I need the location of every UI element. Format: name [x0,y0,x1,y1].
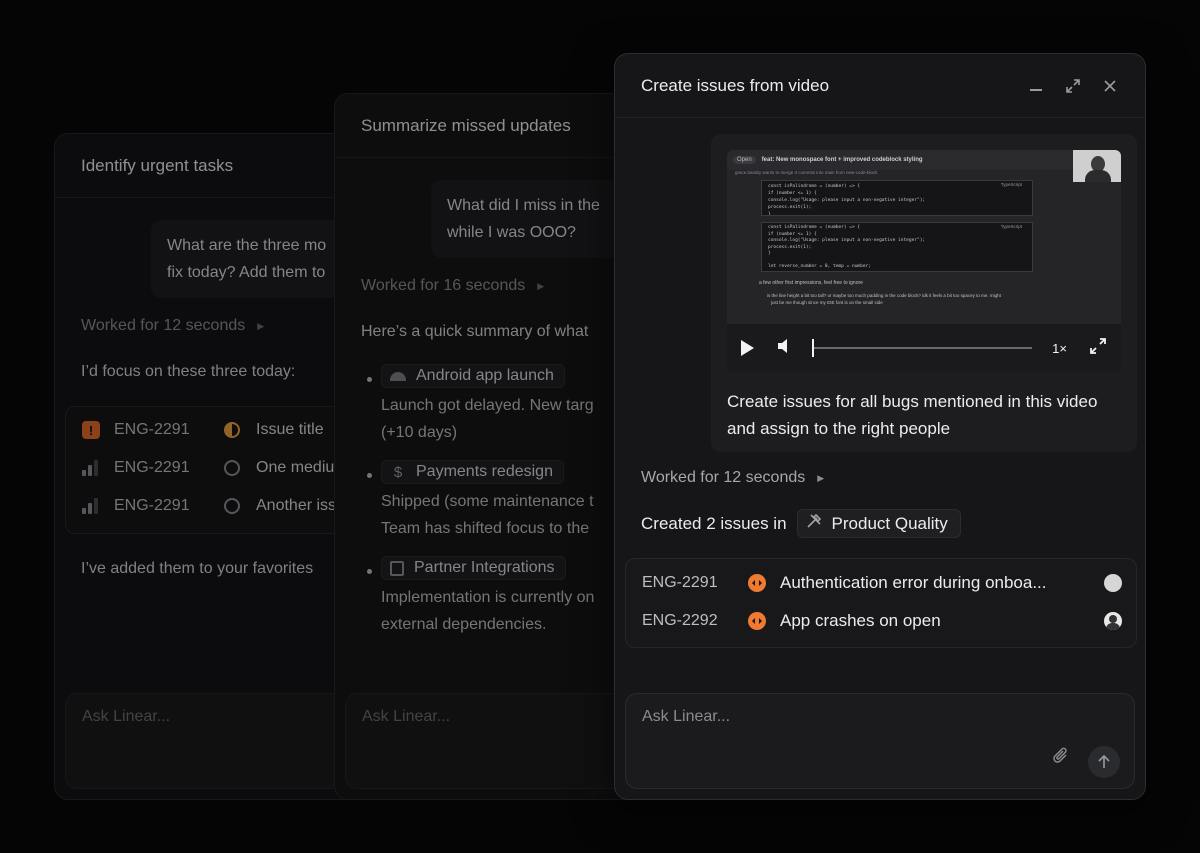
playback-speed[interactable]: 1× [1052,341,1067,356]
tools-icon [806,513,822,534]
seek-handle[interactable] [812,339,814,357]
android-icon [390,371,406,381]
send-button[interactable] [1088,746,1120,778]
medium-priority-icon [82,498,100,514]
todo-status-icon [224,460,240,476]
issue-id: ENG-2291 [642,574,718,591]
panel-title: Create issues from video [641,75,830,95]
user-message-text: Create issues for all bugs mentioned in … [727,392,1098,438]
panel-title: Identify urgent tasks [81,155,234,175]
issue-row[interactable]: ENG-2291 Authentication error during onb… [642,573,1122,593]
issue-row[interactable]: ENG-2291 Another iss [82,497,336,515]
item-text: Team has shifted focus to the [381,520,590,537]
issue-row[interactable]: ! ENG-2291 Issue title [82,421,324,439]
video-comment: is the line height a bit too tall? or ma… [767,293,1001,298]
issue-title: Another iss [256,497,337,514]
issue-title: Authentication error during onboa... [780,573,1047,592]
triangle-right-icon: ▶ [257,320,265,331]
issue-id: ENG-2292 [642,612,718,629]
pr-title: feat: New monospace font + improved code… [761,157,923,163]
code-block: TypeScript const isPalindrome = (number)… [761,222,1033,272]
code-block: TypeScript const isPalindrome = (number)… [761,180,1033,216]
project-chip[interactable]: Partner Integrations [381,556,566,580]
panel-title: Summarize missed updates [361,115,571,135]
video-comment: a few other first impressions, feel free… [759,280,863,286]
created-issue-list: ENG-2291 Authentication error during onb… [625,558,1137,648]
project-chip[interactable]: Android app launch [381,364,565,388]
item-text: external dependencies. [381,616,547,633]
issue-id: ENG-2291 [114,421,190,438]
video-player[interactable]: Open feat: New monospace font + improved… [727,150,1121,372]
arrow-up-icon [1098,755,1110,768]
attachment-icon[interactable] [1052,747,1070,770]
issue-id: ENG-2291 [114,497,190,514]
assistant-intro: I’d focus on these three today: [81,363,296,380]
avatar[interactable] [1104,612,1122,630]
issue-row[interactable]: ENG-2291 One mediu [82,459,334,477]
assistant-intro: Here’s a quick summary of what [361,323,589,340]
issue-title: Issue title [256,421,324,438]
project-chip[interactable]: $ Payments redesign [381,460,564,484]
webcam-thumbnail [1073,150,1121,182]
issue-id: ENG-2291 [114,459,190,476]
close-icon[interactable] [1103,79,1117,93]
item-text: (+10 days) [381,424,458,441]
issue-title: App crashes on open [780,611,941,630]
assistant-footer: I’ve added them to your favorites [81,560,314,577]
user-message: Open feat: New monospace font + improved… [711,134,1137,452]
item-text: Shipped (some maintenance t [381,493,594,510]
dollar-icon: $ [393,463,403,481]
todo-status-icon [224,498,240,514]
bullet [367,377,372,382]
avatar[interactable] [1104,574,1122,592]
in-progress-icon [748,574,766,592]
ask-input[interactable]: Ask Linear... [345,693,653,789]
panel-header: Create issues from video [615,54,1145,118]
bullet [367,569,372,574]
worked-toggle[interactable]: Worked for 12 seconds ▶ [641,469,824,487]
volume-icon[interactable] [776,338,792,359]
video-comment: just be me though since my IDE font is o… [771,300,883,305]
created-summary: Created 2 issues in Product Quality [641,509,961,538]
issue-title: One mediu [256,459,335,476]
video-controls: 1× [727,324,1121,372]
video-seek-bar[interactable] [812,339,1033,357]
minimize-icon[interactable] [1029,81,1043,91]
building-icon [390,560,404,576]
in-progress-icon [224,422,240,438]
ask-input[interactable]: Ask Linear... [65,693,373,789]
project-item: Android app launch [381,364,565,388]
worked-toggle[interactable]: Worked for 12 seconds ▶ [81,317,264,335]
project-chip[interactable]: Product Quality [796,509,961,538]
triangle-right-icon: ▶ [817,472,825,483]
project-item: Partner Integrations [381,556,566,581]
medium-priority-icon [82,460,100,476]
ask-input[interactable]: Ask Linear... [625,693,1135,789]
project-item: $ Payments redesign [381,460,564,484]
chat-panel-create-issues: Create issues from video Open feat: New … [614,53,1146,800]
bullet [367,473,372,478]
in-progress-icon [748,612,766,630]
worked-toggle[interactable]: Worked for 16 seconds ▶ [361,277,544,295]
fullscreen-icon[interactable] [1089,337,1107,360]
expand-icon[interactable] [1065,78,1081,94]
item-text: Launch got delayed. New targ [381,397,594,414]
triangle-right-icon: ▶ [537,280,545,291]
urgent-priority-icon: ! [82,421,100,439]
issue-row[interactable]: ENG-2292 App crashes on open [642,611,1122,631]
item-text: Implementation is currently on [381,589,595,606]
play-icon[interactable] [741,340,754,356]
pr-subtitle: grace.baraby wants to merge 3 commits in… [735,170,878,175]
pr-status-badge: Open [733,156,756,164]
video-pr-header: Open feat: New monospace font + improved… [727,150,1121,170]
